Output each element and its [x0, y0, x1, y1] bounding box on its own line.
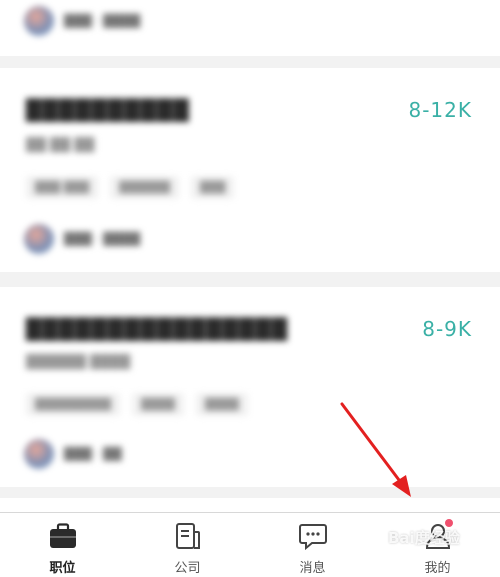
tab-jobs[interactable]: 职位	[0, 513, 125, 577]
tab-label: 职位	[49, 561, 76, 576]
message-icon	[297, 521, 329, 551]
job-tag: ████	[195, 393, 248, 416]
recruiter-row: ███ · ██	[24, 439, 122, 469]
tab-messages[interactable]: 消息	[250, 513, 375, 577]
job-card[interactable]: ██████████ 8-12K ██ ██ ██ ███ ███ ██████…	[0, 68, 500, 272]
recruiter-text: ███ · ████	[64, 232, 141, 246]
company-icon	[172, 521, 204, 551]
job-card-partial[interactable]: ███ · ████	[0, 0, 500, 56]
recruiter-row: ███ · ████	[24, 224, 140, 254]
job-salary: 8-9K	[422, 317, 472, 341]
recruiter-row: ███ · ████	[24, 6, 140, 36]
notification-dot	[445, 519, 453, 527]
recruiter-avatar	[24, 6, 54, 36]
job-tags: ███ ███ ██████ ███	[26, 176, 235, 199]
briefcase-icon	[47, 521, 79, 551]
tab-label: 消息	[299, 561, 326, 576]
job-tag: ██████	[110, 176, 180, 199]
job-list-screen: ███ · ████ ██████████ 8-12K ██ ██ ██ ███…	[0, 0, 500, 577]
job-tag: █████████	[26, 393, 121, 416]
job-salary: 8-12K	[408, 98, 472, 122]
tab-label: 公司	[174, 561, 201, 576]
job-title: ██████████	[26, 98, 190, 122]
job-tags: █████████ ████ ████	[26, 393, 248, 416]
job-card-partial[interactable]	[0, 498, 500, 512]
job-card[interactable]: ████████████████ 8-9K ██████ ████ ██████…	[0, 287, 500, 487]
recruiter-avatar	[24, 224, 54, 254]
tab-company[interactable]: 公司	[125, 513, 250, 577]
recruiter-avatar	[24, 439, 54, 469]
job-tag: ███ ███	[26, 176, 99, 199]
tab-label: 我的	[424, 561, 451, 576]
watermark-text: Bai度经验	[388, 529, 460, 547]
job-tag: ████	[132, 393, 184, 416]
recruiter-text: ███ · ████	[64, 14, 141, 28]
job-location: ██████ ████	[26, 355, 131, 370]
recruiter-text: ███ · ██	[64, 447, 122, 461]
job-tag: ███	[191, 176, 235, 199]
job-location: ██ ██ ██	[26, 138, 95, 153]
job-title: ████████████████	[26, 317, 289, 341]
